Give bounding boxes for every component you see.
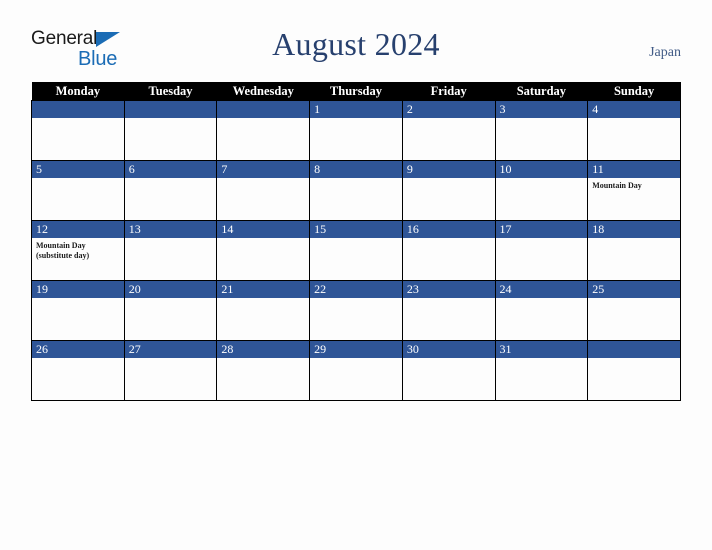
calendar-day-cell-7[interactable]: 7 xyxy=(216,160,311,221)
calendar-day-cell-21[interactable]: 21 xyxy=(216,280,311,341)
day-number: 16 xyxy=(402,221,495,238)
calendar-week-row: 1234 xyxy=(31,100,681,161)
country-label: Japan xyxy=(649,45,681,60)
calendar-day-cell-empty[interactable] xyxy=(587,340,681,401)
day-number: 5 xyxy=(32,161,124,178)
day-number: 30 xyxy=(402,341,495,358)
day-number: 17 xyxy=(495,221,588,238)
calendar-day-cell-10[interactable]: 10 xyxy=(494,160,589,221)
day-number: 9 xyxy=(402,161,495,178)
day-number: 13 xyxy=(124,221,217,238)
calendar-day-cell-3[interactable]: 3 xyxy=(494,100,589,161)
calendar-day-cell-25[interactable]: 25 xyxy=(587,280,681,341)
day-number: 31 xyxy=(495,341,588,358)
page-header: General Blue August 2024 Japan xyxy=(0,0,712,82)
calendar-day-cell-4[interactable]: 4 xyxy=(587,100,681,161)
day-number: 4 xyxy=(588,101,680,118)
day-number: 24 xyxy=(495,281,588,298)
day-number: 26 xyxy=(32,341,124,358)
calendar-day-cell-15[interactable]: 15 xyxy=(309,220,403,281)
day-events: Mountain Day (substitute day) xyxy=(32,238,124,261)
weekday-header-monday: Monday xyxy=(31,82,125,101)
calendar-day-cell-28[interactable]: 28 xyxy=(216,340,311,401)
calendar-day-cell-6[interactable]: 6 xyxy=(123,160,218,221)
day-number: 3 xyxy=(495,101,588,118)
day-number xyxy=(124,101,217,118)
weekday-header-wednesday: Wednesday xyxy=(216,82,310,101)
day-events: Mountain Day xyxy=(588,178,680,191)
calendar-day-cell-27[interactable]: 27 xyxy=(123,340,218,401)
day-number: 22 xyxy=(310,281,402,298)
day-number: 6 xyxy=(124,161,217,178)
calendar-day-cell-30[interactable]: 30 xyxy=(401,340,496,401)
day-number xyxy=(32,101,124,118)
day-number: 21 xyxy=(217,281,310,298)
calendar-body: 1 2 3 4 5 6 7 8 9 10 11 Mountain Day 12 Mountain Day(… xyxy=(31,100,681,401)
calendar-day-cell-12[interactable]: 12 Mountain Day (substitute day) xyxy=(31,220,125,281)
weekday-header-thursday: Thursday xyxy=(309,82,403,101)
calendar-day-cell-9[interactable]: 9 xyxy=(401,160,496,221)
calendar-grid: Monday Tuesday Wednesday Thursday Friday Satu… xyxy=(31,82,681,401)
calendar-day-cell-24[interactable]: 24 xyxy=(494,280,589,341)
calendar-day-cell-22[interactable]: 22 xyxy=(309,280,403,341)
page-title: August 2024 xyxy=(272,26,440,62)
day-number: 1 xyxy=(310,101,402,118)
day-number: 15 xyxy=(310,221,402,238)
day-number: 25 xyxy=(588,281,680,298)
event-label: Mountain Day xyxy=(592,181,642,190)
day-number: 28 xyxy=(217,341,310,358)
day-number: 19 xyxy=(32,281,124,298)
calendar-day-cell-empty[interactable] xyxy=(123,100,218,161)
calendar-day-cell-14[interactable]: 14 xyxy=(216,220,311,281)
day-number: 14 xyxy=(217,221,310,238)
day-number: 23 xyxy=(402,281,495,298)
calendar-day-cell-17[interactable]: 17 xyxy=(494,220,589,281)
event-label: (substitute day) xyxy=(36,251,90,260)
calendar-day-cell-23[interactable]: 23 xyxy=(401,280,496,341)
weekday-header-sunday: Sunday xyxy=(587,82,681,101)
day-number xyxy=(588,341,680,358)
calendar-day-cell-5[interactable]: 5 xyxy=(31,160,125,221)
calendar-day-cell-1[interactable]: 1 xyxy=(309,100,403,161)
calendar-day-cell-18[interactable]: 18 xyxy=(587,220,681,281)
day-number xyxy=(217,101,310,118)
calendar-day-cell-empty[interactable] xyxy=(31,100,125,161)
day-number: 8 xyxy=(310,161,402,178)
calendar-day-cell-2[interactable]: 2 xyxy=(401,100,496,161)
day-number: 11 xyxy=(588,161,680,178)
calendar-day-cell-26[interactable]: 26 xyxy=(31,340,125,401)
calendar-day-cell-11[interactable]: 11 Mountain Day xyxy=(587,160,681,221)
weekday-header-friday: Friday xyxy=(402,82,496,101)
calendar-week-row: 19 20 21 22 23 24 25 xyxy=(31,280,681,341)
calendar-day-cell-29[interactable]: 29 xyxy=(309,340,403,401)
calendar-day-cell-empty[interactable] xyxy=(216,100,311,161)
calendar-day-cell-19[interactable]: 19 xyxy=(31,280,125,341)
day-number: 29 xyxy=(310,341,402,358)
calendar-day-cell-13[interactable]: 13 xyxy=(123,220,218,281)
day-number: 7 xyxy=(217,161,310,178)
calendar-day-cell-16[interactable]: 16 xyxy=(401,220,496,281)
calendar-day-cell-31[interactable]: 31 xyxy=(494,340,589,401)
calendar-week-row: 12 Mountain Day (substitute day) 13 14 15 16 17… xyxy=(31,220,681,281)
day-number: 10 xyxy=(495,161,588,178)
calendar-day-cell-8[interactable]: 8 xyxy=(309,160,403,221)
day-number: 20 xyxy=(124,281,217,298)
calendar-day-cell-20[interactable]: 20 xyxy=(123,280,218,341)
day-number: 27 xyxy=(124,341,217,358)
day-number: 18 xyxy=(588,221,680,238)
calendar-week-row: 5 6 7 8 9 10 11 Mountain Day xyxy=(31,160,681,221)
weekday-header-tuesday: Tuesday xyxy=(124,82,217,101)
calendar-week-row: 26 27 28 29 30 31 xyxy=(31,340,681,401)
weekday-header-row: Monday Tuesday Wednesday Thursday Friday Satu… xyxy=(31,82,681,101)
day-number: 12 xyxy=(32,221,124,238)
weekday-header-saturday: Saturday xyxy=(495,82,588,101)
day-number: 2 xyxy=(402,101,495,118)
event-label: Mountain Day xyxy=(36,241,86,250)
